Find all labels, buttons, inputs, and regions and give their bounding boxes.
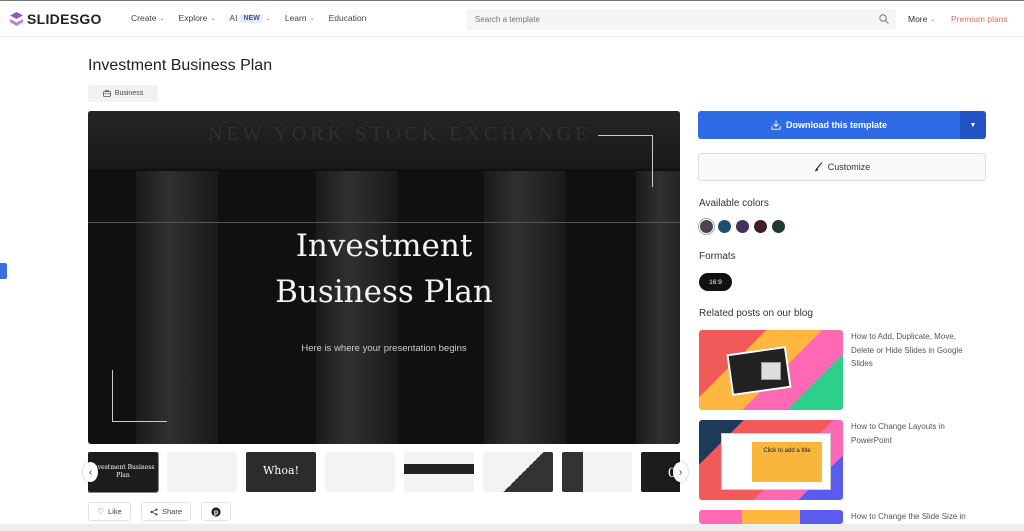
chevron-down-icon: ⌄ xyxy=(309,15,315,22)
slide-title-line: Investment xyxy=(295,228,473,264)
search-bar xyxy=(466,9,896,30)
nav-ai-label: AI xyxy=(229,13,238,23)
color-swatch[interactable] xyxy=(698,218,715,235)
new-badge: NEW xyxy=(240,13,263,23)
share-actions: ♡ Like Share p xyxy=(88,502,231,521)
nav-explore-label: Explore xyxy=(178,13,208,23)
nav-education-label: Education xyxy=(328,13,367,23)
available-colors-heading: Available colors xyxy=(699,198,769,209)
thumbnail[interactable]: Investment Business Plan xyxy=(88,452,159,493)
thumbnail[interactable] xyxy=(167,452,237,492)
blog-post-image[interactable] xyxy=(699,510,843,524)
thumbnail[interactable]: Whoa! xyxy=(246,452,316,492)
nav-learn[interactable]: Learn ⌄ xyxy=(285,13,315,23)
category-tag-label: Business xyxy=(114,90,144,97)
slide-subtitle: Here is where your presentation begins xyxy=(301,343,467,354)
premium-plans-link[interactable]: Premium plans xyxy=(951,14,1008,24)
thumbnail[interactable] xyxy=(404,452,474,492)
nav-learn-label: Learn xyxy=(284,13,307,23)
color-swatch[interactable] xyxy=(736,220,749,233)
thumbnail-label: Investment Business Plan xyxy=(91,464,155,479)
nav-explore[interactable]: Explore ⌄ xyxy=(179,13,216,23)
post-illustration: Click to add a title xyxy=(721,433,831,490)
chevron-down-icon: ⌄ xyxy=(210,15,216,22)
caret-down-icon: ▼ xyxy=(969,121,977,129)
search-input[interactable] xyxy=(466,9,856,30)
blog-post-image[interactable] xyxy=(699,330,843,410)
more-menu[interactable]: More ⌄ xyxy=(908,14,935,24)
logo-mark-icon xyxy=(10,12,23,26)
site-header: SLIDESGO Create ⌄ Explore ⌄ AI NEW ⌄ Learn ⌄ … xyxy=(0,1,1024,37)
color-swatch[interactable] xyxy=(772,220,785,233)
share-label: Share xyxy=(161,507,182,516)
chevron-right-icon: › xyxy=(678,466,683,478)
slide-title: Investment Business Plan xyxy=(88,223,680,315)
pinterest-icon: p xyxy=(211,506,221,517)
blog-post-title[interactable]: How to Change the Slide Size in xyxy=(851,510,981,524)
chevron-down-icon: ⌄ xyxy=(265,15,271,22)
customize-button[interactable]: Customize xyxy=(698,153,986,181)
share-button[interactable]: Share xyxy=(141,502,191,521)
thumbnail[interactable] xyxy=(483,452,553,492)
chevron-down-icon: ⌄ xyxy=(930,16,936,23)
more-label: More xyxy=(908,14,928,24)
nav-ai[interactable]: AI NEW ⌄ xyxy=(229,13,270,23)
format-16-9-chip[interactable]: 16:9 xyxy=(699,273,732,291)
thumbnail-strip: Investment Business Plan Whoa! 01 xyxy=(88,452,680,493)
post-illustration-caption: Click to add a title xyxy=(752,442,822,482)
thumbnails-next-button[interactable]: › xyxy=(673,462,688,482)
slide-title-line: Business Plan xyxy=(275,274,493,310)
formats-heading: Formats xyxy=(699,251,736,262)
page-title: Investment Business Plan xyxy=(88,57,273,74)
color-swatch[interactable] xyxy=(754,220,767,233)
category-tag[interactable]: Business xyxy=(88,85,158,102)
blog-post-image[interactable]: Click to add a title xyxy=(699,420,843,500)
briefcase-icon xyxy=(102,90,111,97)
share-icon xyxy=(150,507,158,516)
thumbnail-label: Whoa! xyxy=(263,464,299,477)
nav-education[interactable]: Education xyxy=(329,13,367,23)
nav-create[interactable]: Create ⌄ xyxy=(131,13,165,23)
thumbnail[interactable] xyxy=(562,452,632,492)
like-label: Like xyxy=(107,507,122,516)
thumbnail[interactable] xyxy=(325,452,395,492)
download-options-dropdown[interactable]: ▼ xyxy=(960,111,986,139)
heart-icon: ♡ xyxy=(97,507,104,516)
side-feedback-tab[interactable] xyxy=(0,263,7,279)
like-button[interactable]: ♡ Like xyxy=(88,502,131,521)
download-label: Download this template xyxy=(785,120,887,130)
svg-text:p: p xyxy=(214,509,218,516)
blog-post-title[interactable]: How to Change Layouts in PowerPoint xyxy=(851,420,981,447)
browser-bottom-bar xyxy=(0,524,1024,531)
logo-text: SLIDESGO xyxy=(27,11,102,27)
download-template-button[interactable]: Download this template xyxy=(698,111,960,139)
post-illustration xyxy=(726,346,792,396)
paintbrush-icon xyxy=(814,162,823,172)
corner-frame-decoration xyxy=(112,370,167,422)
slidesgo-logo[interactable]: SLIDESGO xyxy=(10,11,102,27)
thumbnails-prev-button[interactable]: ‹ xyxy=(83,462,98,482)
color-swatches xyxy=(698,218,785,235)
nav-create-label: Create xyxy=(131,13,157,23)
download-icon xyxy=(771,120,781,130)
corner-frame-decoration xyxy=(598,135,653,187)
chevron-left-icon: ‹ xyxy=(88,466,93,478)
search-icon[interactable] xyxy=(879,14,889,24)
slide-preview[interactable]: NEW YORK STOCK EXCHANGE Investment Busin… xyxy=(88,111,680,444)
blog-post-title[interactable]: How to Add, Duplicate, Move, Delete or H… xyxy=(851,330,981,371)
pinterest-button[interactable]: p xyxy=(201,502,231,521)
related-posts-heading: Related posts on our blog xyxy=(699,308,813,319)
customize-label: Customize xyxy=(827,162,871,172)
post-illustration xyxy=(761,362,781,380)
main-nav: Create ⌄ Explore ⌄ AI NEW ⌄ Learn ⌄ Education xyxy=(131,13,366,23)
chevron-down-icon: ⌄ xyxy=(159,15,165,22)
color-swatch[interactable] xyxy=(718,220,731,233)
